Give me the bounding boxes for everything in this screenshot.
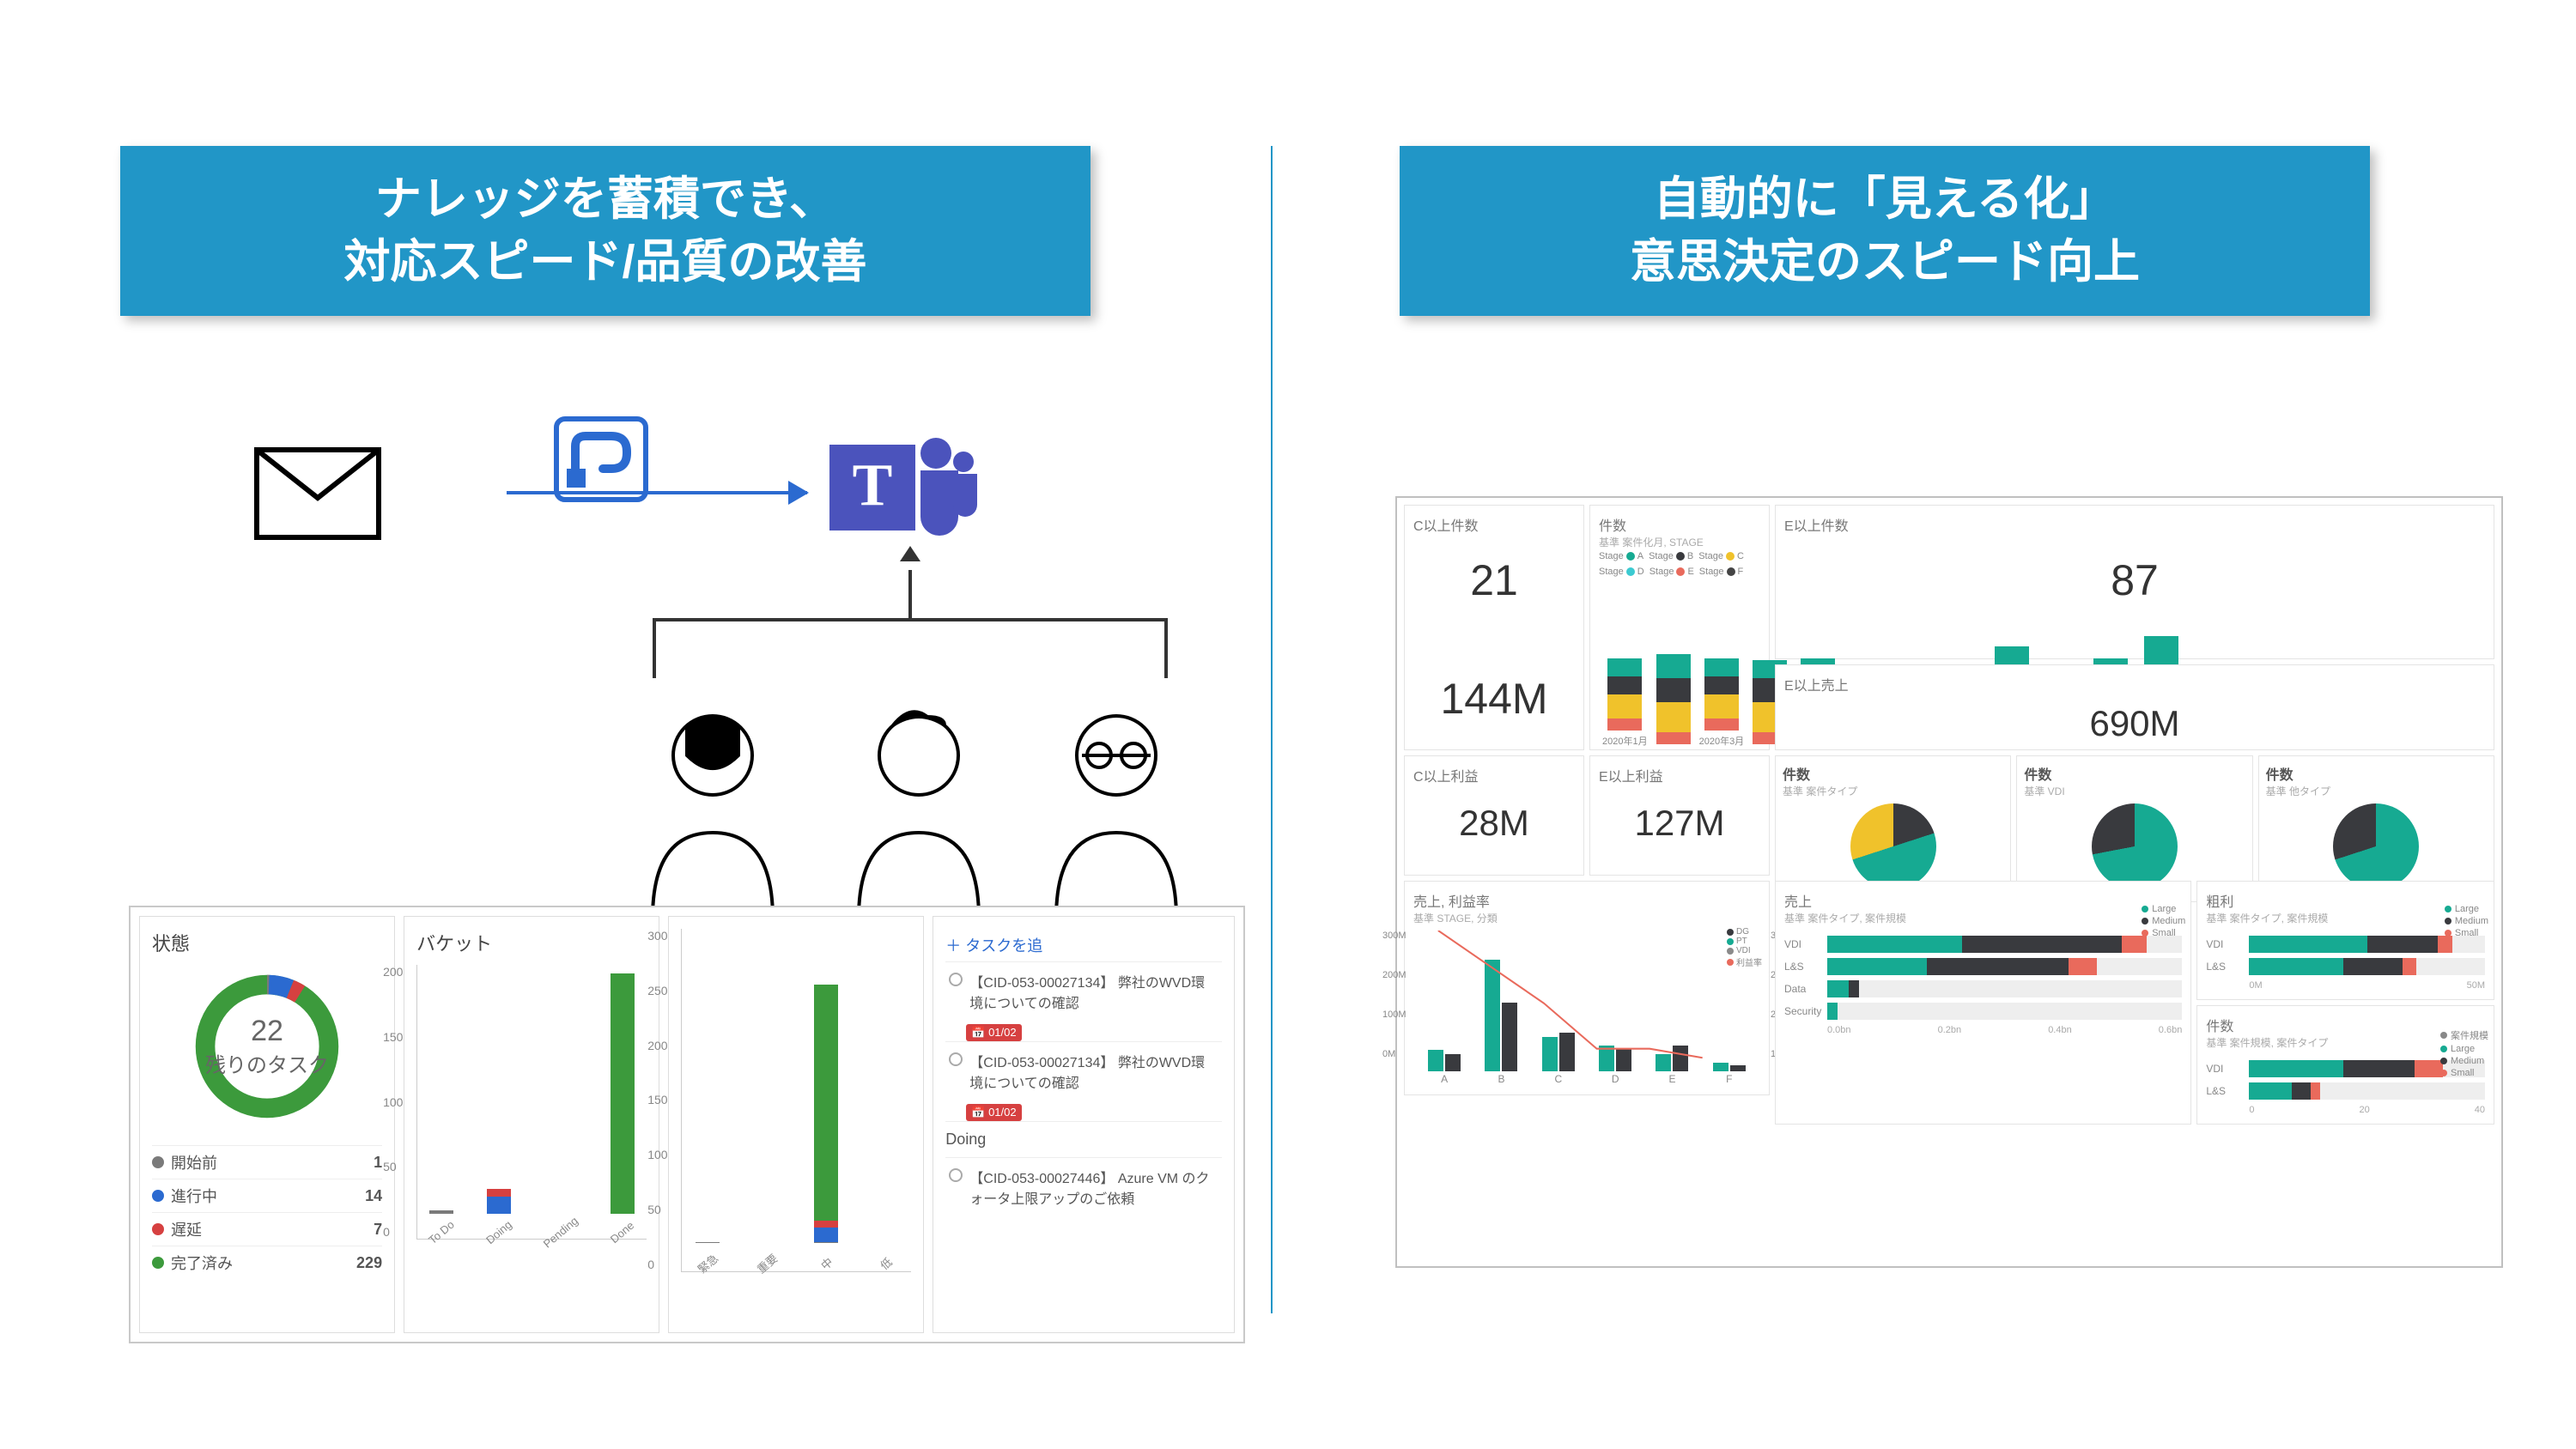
donut-center-label: 残りのタスク (205, 1048, 329, 1078)
header-left: ナレッジを蓄積でき、 対応スピード/品質の改善 (120, 146, 1091, 316)
bucket-card: バケット 050100150200 To Do Doing Pending Do… (404, 916, 659, 1333)
combo-chart: 売上, 利益率基準 STAGE, 分類 A B C D E F0M100M200… (1404, 881, 1770, 1095)
dashboard: C以上件数21144M E以上件数87 件数基準 案件化月, STAGE Sta… (1395, 496, 2503, 1268)
flow-diagram: T (206, 412, 1065, 652)
task-group-label: Doing (945, 1121, 1222, 1157)
svg-text:T: T (853, 452, 893, 518)
priority-bars: 050100150200250300 緊急 重要 中 低 (681, 929, 911, 1272)
header-right: 自動的に「見える化」 意思決定のスピード向上 (1400, 146, 2370, 316)
priority-card: 050100150200250300 緊急 重要 中 低 (668, 916, 924, 1333)
mail-icon (253, 446, 382, 541)
bucket-bars: 050100150200 To Do Doing Pending Done (416, 965, 647, 1240)
donut-center-value: 22 (251, 1015, 283, 1048)
task-list-doing: 【CID-053-00027446】 Azure VM のクォータ上限アップのご… (945, 1157, 1222, 1216)
title-right-line1: 自動的に「見える化」 (1654, 173, 2116, 225)
task-item[interactable]: 【CID-053-00027134】 弊社のWVD環境についての確認 (945, 1041, 1222, 1100)
kpi-c-profit: C以上利益28M (1404, 755, 1584, 876)
title-left-line2: 対応スピード/品質の改善 (343, 236, 866, 288)
task-item[interactable]: 【CID-053-00027446】 Azure VM のクォータ上限アップのご… (945, 1157, 1222, 1216)
kpi-c-count: C以上件数21144M (1404, 505, 1584, 750)
status-card: 状態 22残りのタスク 開始前1進行中14遅延7完了済み229 (139, 916, 395, 1333)
task-item[interactable]: 【CID-053-00027134】 弊社のWVD環境についての確認 (945, 961, 1222, 1021)
kpi-e-sales: E以上売上690M (1775, 664, 2494, 750)
status-legend: 開始前1進行中14遅延7完了済み229 (152, 1145, 382, 1279)
add-task-button[interactable]: ＋ タスクを追 (945, 929, 1222, 961)
vertical-divider (1271, 146, 1273, 1313)
task-list: 【CID-053-00027134】 弊社のWVD環境についての確認📅 01/0… (945, 961, 1222, 1121)
bracket-icon (653, 618, 1168, 678)
teams-icon: T (824, 427, 979, 565)
status-title: 状態 (152, 929, 382, 956)
hbar-sales: 売上基準 案件タイプ, 案件規模VDIL&SDataSecurity0.0bn0… (1775, 881, 2191, 1125)
title-right-line2: 意思決定のスピード向上 (1630, 236, 2140, 288)
kpi-e-profit: E以上利益127M (1589, 755, 1770, 876)
hbar-grid: 売上基準 案件タイプ, 案件規模VDIL&SDataSecurity0.0bn0… (1775, 881, 2494, 1095)
hbar-profit: 粗利基準 案件タイプ, 案件規模VDIL&S0M50MLargeMediumSm… (2196, 881, 2494, 1000)
title-left-line1: ナレッジを蓄積でき、 (375, 173, 835, 225)
people-icons (635, 695, 1202, 919)
arrow-icon (507, 491, 807, 494)
bucket-title: バケット (416, 929, 647, 956)
tasks-card: ＋ タスクを追 【CID-053-00027134】 弊社のWVD環境についての… (933, 916, 1235, 1333)
pie-charts: 件数基準 案件タイプ件数基準 VDI件数基準 他タイプ (1775, 755, 2494, 876)
hbar-count: 件数基準 案件規模, 案件タイプVDIL&S02040案件規模LargeMedi… (2196, 1005, 2494, 1125)
planner-panel: 状態 22残りのタスク 開始前1進行中14遅延7完了済み229 バケット 050… (129, 906, 1245, 1343)
stacked-month-chart: 件数基準 案件化月, STAGE Stage AStage BStage CSt… (1589, 505, 1770, 750)
